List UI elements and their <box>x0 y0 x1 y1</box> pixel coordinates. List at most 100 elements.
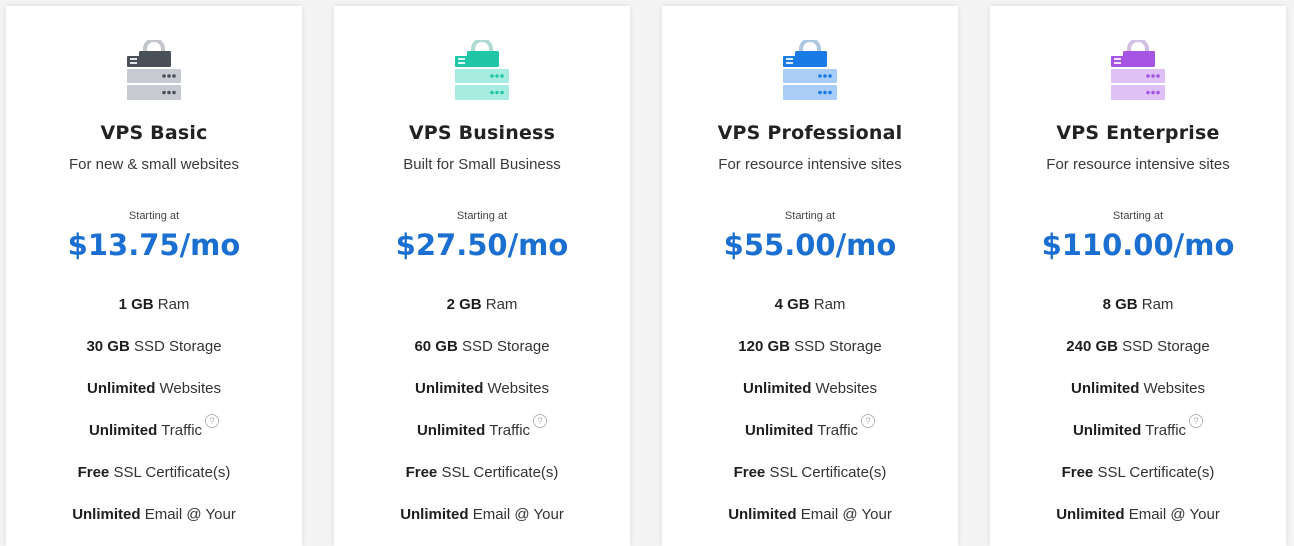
feature-highlight: Unlimited <box>416 422 486 439</box>
plan-subtitle: Built for Small Business <box>403 156 561 173</box>
feature-highlight: Free <box>77 464 110 481</box>
feature-text: Traffic <box>489 422 531 439</box>
feature-text: Email @ Your <box>472 506 564 523</box>
plan-name: VPS Basic <box>100 122 208 144</box>
feature-row: Free SSL Certificate(s) <box>334 464 630 481</box>
feature-highlight: Free <box>1061 464 1094 481</box>
feature-row: 30 GB SSD Storage <box>6 338 302 355</box>
feature-text: Email @ Your <box>800 506 892 523</box>
feature-row: Unlimited Email @ Your <box>334 506 630 523</box>
feature-text: SSL Certificate(s) <box>113 464 231 481</box>
feature-text: SSD Storage <box>1122 338 1210 355</box>
feature-highlight: 1 GB <box>118 296 154 313</box>
feature-row: Unlimited Websites <box>990 380 1286 397</box>
plan-card-3: VPS Professional For resource intensive … <box>662 6 958 546</box>
plan-card-2: VPS Business Built for Small Business St… <box>334 6 630 546</box>
feature-row: 8 GB Ram <box>990 296 1286 313</box>
feature-text: Websites <box>487 380 549 397</box>
feature-text: Ram <box>157 296 190 313</box>
feature-highlight: Unlimited <box>400 506 469 523</box>
feature-row: Unlimited Email @ Your <box>6 506 302 523</box>
plan-price: $13.75/mo <box>67 228 241 262</box>
feature-row: Unlimited Traffic? <box>6 414 302 439</box>
feature-row: Free SSL Certificate(s) <box>990 464 1286 481</box>
server-lock-icon <box>990 40 1286 110</box>
plan-card-4: VPS Enterprise For resource intensive si… <box>990 6 1286 546</box>
feature-highlight: Unlimited <box>743 380 812 397</box>
feature-text: Traffic <box>817 422 859 439</box>
feature-text: SSD Storage <box>133 338 222 355</box>
feature-highlight: Unlimited <box>728 506 797 523</box>
feature-highlight: Unlimited <box>415 380 484 397</box>
feature-row: 2 GB Ram <box>334 296 630 313</box>
feature-row: Unlimited Websites <box>6 380 302 397</box>
feature-highlight: Free <box>405 464 438 481</box>
feature-text: Ram <box>485 296 518 313</box>
feature-text: SSL Certificate(s) <box>441 464 559 481</box>
feature-text: Traffic <box>161 422 203 439</box>
feature-highlight: 30 GB <box>86 338 130 355</box>
feature-highlight: Unlimited <box>1071 380 1140 397</box>
feature-highlight: 60 GB <box>414 338 458 355</box>
feature-row: 240 GB SSD Storage <box>990 338 1286 355</box>
feature-row: Unlimited Traffic? <box>662 414 958 439</box>
starting-at-label: Starting at <box>1112 210 1164 222</box>
feature-text: SSL Certificate(s) <box>769 464 887 481</box>
server-lock-icon <box>334 40 630 110</box>
plan-price: $110.00/mo <box>1041 228 1235 262</box>
feature-highlight: 120 GB <box>738 338 790 355</box>
feature-row: Unlimited Traffic? <box>334 414 630 439</box>
feature-text: Email @ Your <box>1128 506 1220 523</box>
plan-subtitle: For new & small websites <box>68 156 240 173</box>
feature-row: Unlimited Email @ Your <box>990 506 1286 523</box>
feature-highlight: Unlimited <box>1056 506 1125 523</box>
feature-highlight: 2 GB <box>446 296 482 313</box>
plan-name: VPS Business <box>408 122 556 144</box>
feature-highlight: Free <box>733 464 766 481</box>
feature-highlight: Unlimited <box>1072 422 1142 439</box>
feature-text: SSD Storage <box>461 338 550 355</box>
feature-row: Free SSL Certificate(s) <box>662 464 958 481</box>
plan-name: VPS Professional <box>717 122 903 144</box>
feature-highlight: Unlimited <box>87 380 156 397</box>
plan-name: VPS Enterprise <box>1056 122 1220 144</box>
feature-text: Websites <box>1143 380 1205 397</box>
feature-text: Websites <box>815 380 877 397</box>
feature-row: 60 GB SSD Storage <box>334 338 630 355</box>
feature-highlight: 4 GB <box>774 296 810 313</box>
help-icon[interactable]: ? <box>533 414 548 428</box>
help-icon[interactable]: ? <box>205 414 220 428</box>
feature-highlight: Unlimited <box>72 506 141 523</box>
feature-text: SSD Storage <box>794 338 882 355</box>
feature-row: Free SSL Certificate(s) <box>6 464 302 481</box>
feature-row: Unlimited Traffic? <box>990 414 1286 439</box>
feature-row: Unlimited Websites <box>662 380 958 397</box>
feature-row: 1 GB Ram <box>6 296 302 313</box>
feature-row: Unlimited Email @ Your <box>662 506 958 523</box>
feature-row: 120 GB SSD Storage <box>662 338 958 355</box>
starting-at-label: Starting at <box>784 210 836 222</box>
feature-highlight: 240 GB <box>1066 338 1118 355</box>
starting-at-label: Starting at <box>128 210 180 222</box>
help-icon[interactable]: ? <box>1189 414 1204 428</box>
feature-text: Email @ Your <box>144 506 236 523</box>
server-lock-icon <box>6 40 302 110</box>
feature-highlight: 8 GB <box>1102 296 1138 313</box>
plan-subtitle: For resource intensive sites <box>1046 156 1230 173</box>
plan-card-1: VPS Basic For new & small websites Start… <box>6 6 302 546</box>
help-icon[interactable]: ? <box>861 414 876 428</box>
feature-text: Ram <box>1141 296 1174 313</box>
feature-row: Unlimited Websites <box>334 380 630 397</box>
feature-row: 4 GB Ram <box>662 296 958 313</box>
starting-at-label: Starting at <box>456 210 508 222</box>
plan-price: $27.50/mo <box>395 228 569 262</box>
feature-text: Traffic <box>1145 422 1187 439</box>
server-lock-icon <box>662 40 958 110</box>
feature-text: SSL Certificate(s) <box>1097 464 1215 481</box>
feature-text: Websites <box>159 380 221 397</box>
feature-highlight: Unlimited <box>744 422 814 439</box>
feature-text: Ram <box>813 296 846 313</box>
plan-price: $55.00/mo <box>723 228 897 262</box>
plan-subtitle: For resource intensive sites <box>718 156 902 173</box>
feature-highlight: Unlimited <box>88 422 158 439</box>
